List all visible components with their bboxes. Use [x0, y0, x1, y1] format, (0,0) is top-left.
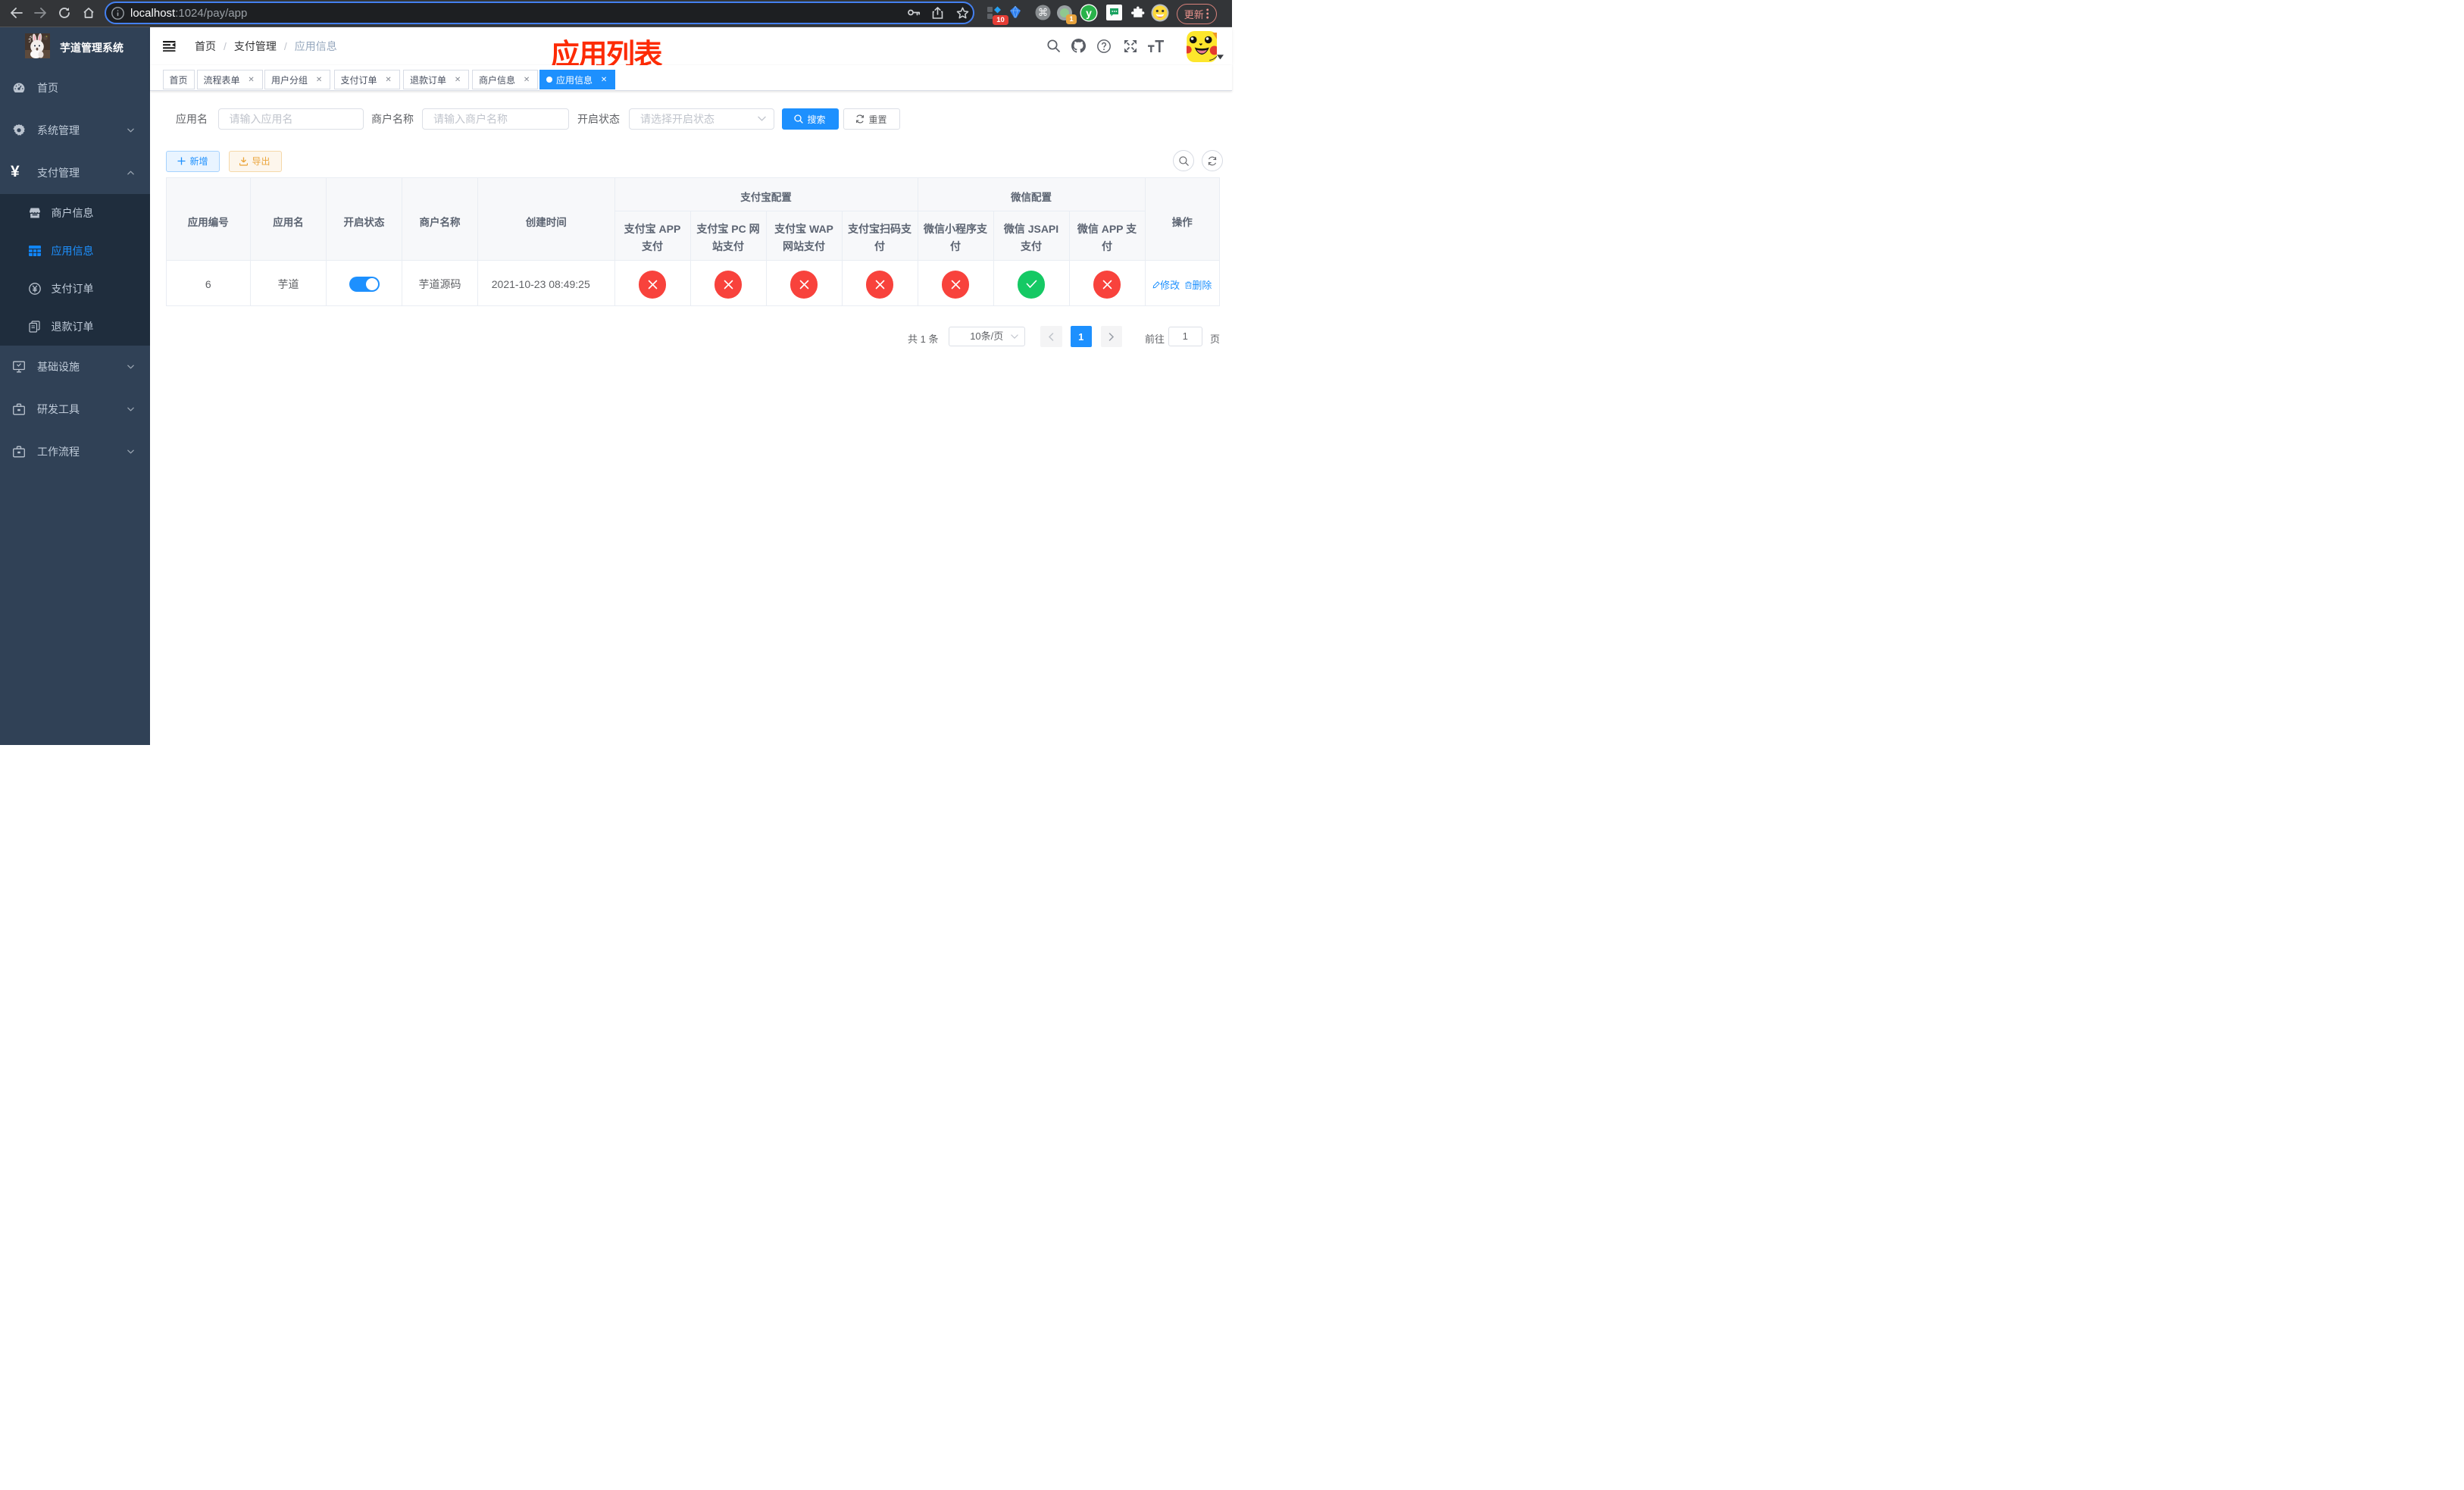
svg-text:y: y	[1086, 6, 1092, 18]
svg-text:⌘: ⌘	[1038, 7, 1049, 18]
